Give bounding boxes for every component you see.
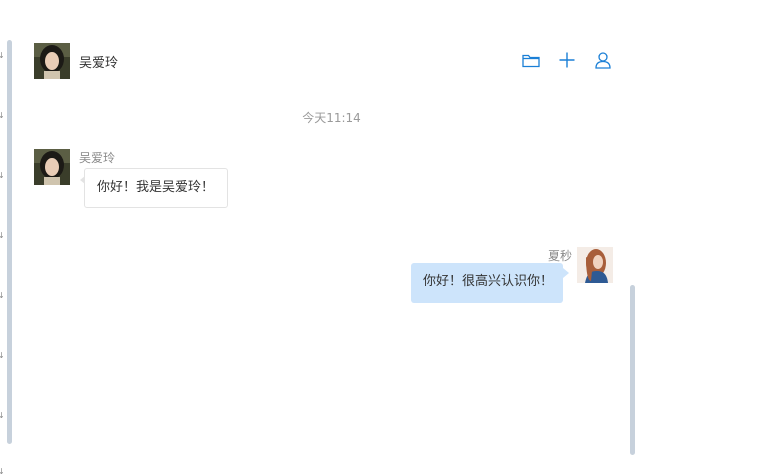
outgoing-message-bubble[interactable]: 你好！很高兴认识你！ [411, 263, 563, 303]
bubble-tail [563, 268, 569, 278]
clipped-arrow-icon: ↓ [0, 351, 5, 360]
sender-avatar[interactable] [34, 149, 70, 185]
clipped-arrow-icon: ↓ [0, 411, 5, 420]
contact-avatar[interactable] [34, 43, 70, 79]
chat-header: 吴爱玲 [0, 0, 620, 96]
user-icon[interactable] [593, 50, 613, 70]
self-avatar[interactable] [577, 247, 613, 283]
message-timestamp: 今天11:14 [302, 111, 361, 125]
plus-icon[interactable] [557, 50, 577, 70]
clipped-arrow-icon: ↓ [0, 171, 5, 180]
contact-list-scrollbar[interactable] [7, 40, 12, 444]
sender-name: 吴爱玲 [79, 151, 116, 165]
incoming-message-bubble[interactable]: 你好！我是吴爱玲！ [84, 168, 228, 208]
clipped-arrow-icon: ↓ [0, 231, 5, 240]
folder-icon[interactable] [521, 50, 541, 70]
sender-name: 夏秒 [548, 249, 573, 263]
chat-scrollbar[interactable] [630, 285, 635, 455]
contact-name: 吴爱玲 [79, 56, 119, 71]
clipped-arrow-icon: ↓ [0, 291, 5, 300]
clipped-arrow-icon: ↓ [0, 467, 5, 476]
